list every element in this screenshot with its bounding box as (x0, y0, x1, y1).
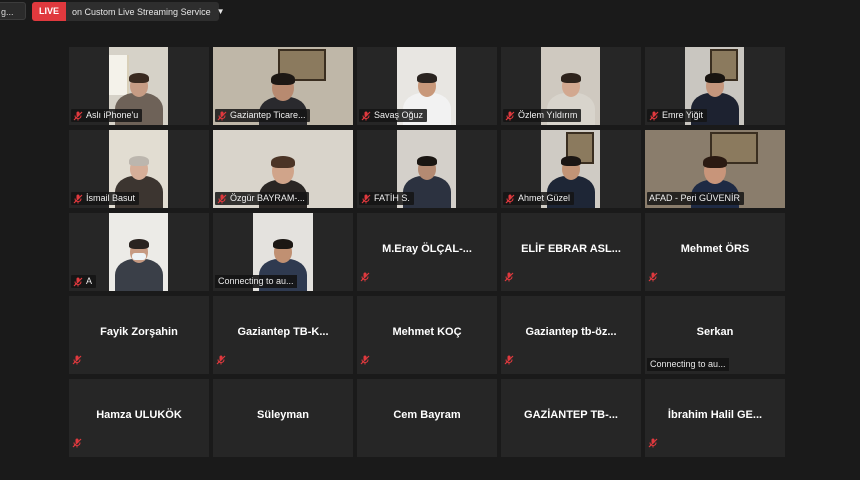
participant-name: Cem Bayram (393, 409, 461, 421)
participant-tile[interactable]: Mehmet ÖRS (645, 213, 785, 291)
participant-name: Gaziantep Ticare... (230, 110, 306, 120)
participant-name: M.Eray ÖLÇAL-... (382, 243, 472, 255)
participant-tile[interactable]: FATİH S. (357, 130, 497, 208)
mic-muted-icon (73, 194, 83, 204)
participant-tile[interactable]: Gaziantep tb-öz... (501, 296, 641, 374)
participant-tile[interactable]: Ahmet Güzel (501, 130, 641, 208)
participant-tile[interactable]: Cem Bayram (357, 379, 497, 457)
participant-tile[interactable]: GAZİANTEP TB-... (501, 379, 641, 457)
mic-muted-icon (504, 269, 514, 287)
participant-name: Özlem Yıldırım (518, 110, 578, 120)
participant-name: FATİH S. (374, 193, 410, 203)
participant-tile[interactable]: ELİF EBRAR ASL... (501, 213, 641, 291)
top-bar: g... LIVE on Custom Live Streaming Servi… (0, 0, 860, 24)
participant-name: Süleyman (257, 409, 309, 421)
participant-name-tag: Savaş Oğuz (359, 109, 428, 122)
mic-muted-icon (648, 269, 658, 287)
live-stream-status[interactable]: LIVE on Custom Live Streaming Service ▼ (32, 2, 225, 21)
mic-muted-icon (648, 435, 658, 453)
participant-name-tag: İsmail Basut (71, 192, 140, 205)
participant-name: A (86, 276, 93, 286)
participant-tile[interactable]: A (69, 213, 209, 291)
participant-name-tag: AFAD - Peri GÜVENİR (647, 192, 745, 205)
participant-name-tag: A (71, 275, 97, 288)
participant-name: Gaziantep TB-K... (237, 326, 329, 338)
mic-muted-icon (361, 111, 371, 121)
participant-tile[interactable]: Serkan Connecting to au... (645, 296, 785, 374)
connecting-audio-label: Connecting to au... (647, 358, 729, 371)
mic-muted-icon (73, 111, 83, 121)
meeting-name-pill[interactable]: g... (0, 2, 26, 20)
participant-tile[interactable]: Connecting to au... (213, 213, 353, 291)
participant-name: Aslı iPhone'u (86, 110, 139, 120)
participant-name-tag: Aslı iPhone'u (71, 109, 143, 122)
participant-tile[interactable]: Özlem Yıldırım (501, 47, 641, 125)
participant-name: Fayik Zorşahin (100, 326, 178, 338)
participant-tile[interactable]: Fayik Zorşahin (69, 296, 209, 374)
mic-muted-icon (72, 352, 82, 370)
mic-muted-icon (505, 194, 515, 204)
participant-name: Ahmet Güzel (518, 193, 571, 203)
participant-video (109, 213, 168, 291)
participant-tile[interactable]: İsmail Basut (69, 130, 209, 208)
participant-tile[interactable]: Gaziantep Ticare... (213, 47, 353, 125)
mic-muted-icon (505, 111, 515, 121)
participant-name: AFAD - Peri GÜVENİR (649, 193, 741, 203)
participant-name-tag: Özlem Yıldırım (503, 109, 582, 122)
mic-muted-icon (72, 435, 82, 453)
participant-tile[interactable]: Gaziantep TB-K... (213, 296, 353, 374)
mic-muted-icon (649, 111, 659, 121)
participant-name-tag: Özgür BAYRAM-... (215, 192, 309, 205)
participant-tile[interactable]: Mehmet KOÇ (357, 296, 497, 374)
mic-muted-icon (217, 194, 227, 204)
participant-name: İsmail Basut (86, 193, 136, 203)
participant-tile[interactable]: M.Eray ÖLÇAL-... (357, 213, 497, 291)
participant-name-tag: Emre Yiğit (647, 109, 708, 122)
live-badge: LIVE (32, 2, 67, 21)
participant-name: İbrahim Halil GE... (667, 409, 763, 421)
mic-muted-icon (360, 352, 370, 370)
participant-tile[interactable]: İbrahim Halil GE... (645, 379, 785, 457)
participant-name: Savaş Oğuz (374, 110, 424, 120)
participant-name: Özgür BAYRAM-... (230, 193, 305, 203)
participant-name: Gaziantep tb-öz... (525, 326, 617, 338)
participant-tile[interactable]: Savaş Oğuz (357, 47, 497, 125)
participant-name: Serkan (696, 326, 734, 338)
mic-muted-icon (504, 352, 514, 370)
participant-name: Emre Yiğit (662, 110, 704, 120)
participant-name-tag: Ahmet Güzel (503, 192, 575, 205)
mic-muted-icon (360, 269, 370, 287)
participant-name: ELİF EBRAR ASL... (521, 243, 621, 255)
participant-name-tag: FATİH S. (359, 192, 414, 205)
participant-name: Mehmet ÖRS (680, 243, 750, 255)
participant-tile[interactable]: Süleyman (213, 379, 353, 457)
participant-name: Mehmet KOÇ (392, 326, 462, 338)
mic-muted-icon (361, 194, 371, 204)
connecting-audio-label: Connecting to au... (215, 275, 297, 288)
chevron-down-icon[interactable]: ▼ (217, 7, 225, 16)
participant-tile[interactable]: Hamza ULUKÖK (69, 379, 209, 457)
participant-name: GAZİANTEP TB-... (524, 409, 618, 421)
mic-muted-icon (73, 277, 83, 287)
participant-name-tag: Gaziantep Ticare... (215, 109, 310, 122)
mic-muted-icon (217, 111, 227, 121)
participant-tile[interactable]: AFAD - Peri GÜVENİR (645, 130, 785, 208)
participant-tile[interactable]: Aslı iPhone'u (69, 47, 209, 125)
participant-tile[interactable]: Emre Yiğit (645, 47, 785, 125)
live-service-label: on Custom Live Streaming Service (72, 6, 211, 17)
mic-muted-icon (216, 352, 226, 370)
participant-tile[interactable]: Özgür BAYRAM-... (213, 130, 353, 208)
participant-name: Hamza ULUKÖK (96, 409, 182, 421)
